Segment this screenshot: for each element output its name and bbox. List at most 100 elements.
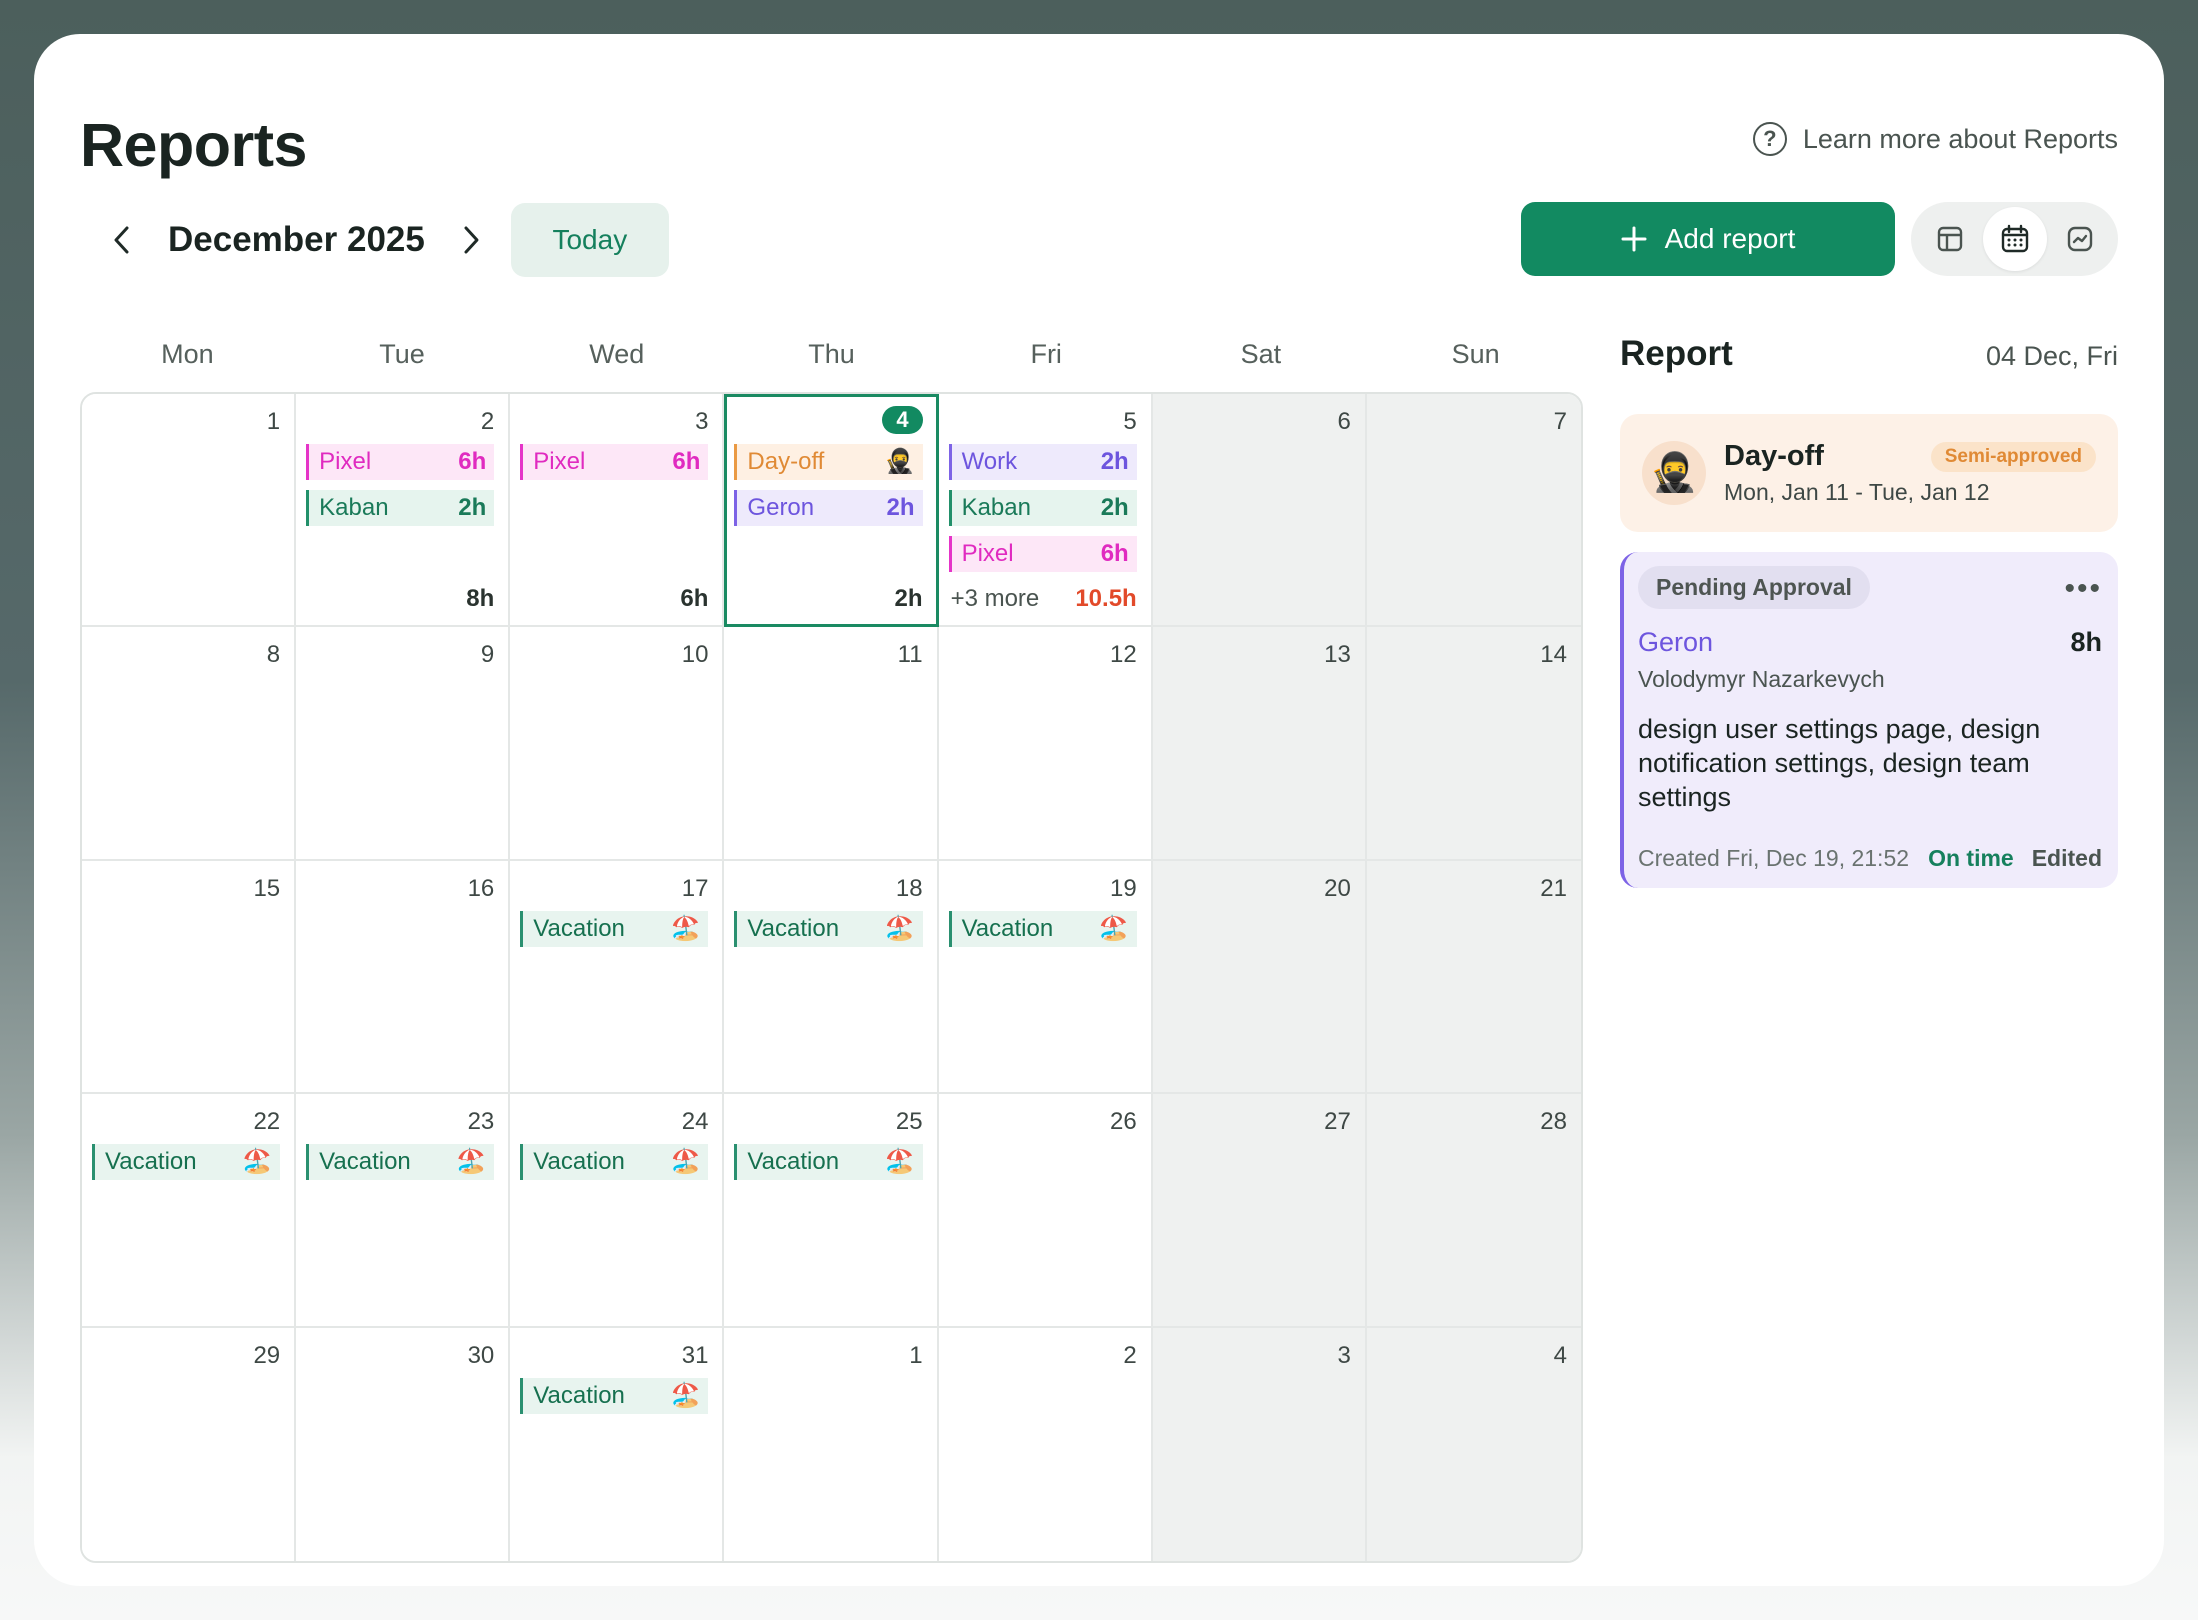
calendar-day-cell[interactable]: 7 (1366, 394, 1581, 628)
calendar-day-cell[interactable]: 1 (82, 394, 297, 628)
day-number: 1 (266, 408, 281, 435)
edited-label: Edited (2031, 845, 2102, 871)
calendar-view-icon[interactable] (1982, 207, 2047, 271)
day-number: 14 (1540, 641, 1567, 669)
day-entries: Vacation 🏖️ (948, 910, 1137, 947)
calendar-day-cell[interactable]: 21 (1366, 860, 1581, 1095)
day-total-hours: 6h (680, 585, 709, 613)
calendar-day-cell[interactable]: 8 (82, 627, 297, 861)
table-view-icon[interactable] (1918, 207, 1982, 271)
report-entry[interactable]: Vacation 🏖️ (92, 1144, 281, 1181)
calendar-day-cell[interactable]: 20 (1152, 860, 1367, 1095)
person-name: Volodymyr Nazarkevych (1638, 666, 1885, 692)
calendar-day-cell[interactable]: 24 Vacation 🏖️ (510, 1094, 725, 1328)
month-label: December 2025 (168, 220, 425, 259)
beach-umbrella-icon: 🏖️ (1098, 914, 1129, 942)
calendar-day-cell[interactable]: 3 (1152, 1327, 1367, 1561)
today-date-badge: 4 (882, 406, 923, 434)
calendar-day-cell[interactable]: 6 (1152, 394, 1367, 628)
calendar-day-cell[interactable]: 16 (296, 860, 511, 1095)
calendar-day-cell[interactable]: 10 (510, 627, 725, 861)
chevron-right-icon[interactable] (451, 220, 491, 260)
calendar-day-cell[interactable]: 27 (1152, 1094, 1367, 1328)
learn-more-label: Learn more about Reports (1802, 123, 2118, 154)
calendar-day-cell[interactable]: 3 Pixel 6h 6h (510, 394, 725, 628)
report-entry[interactable]: Vacation 🏖️ (948, 910, 1137, 947)
report-card[interactable]: Pending Approval ••• Geron 8h Volodymyr … (1620, 552, 2118, 888)
day-total-hours: 10.5h (1075, 585, 1137, 613)
day-number: 10 (681, 641, 709, 669)
calendar-day-cell[interactable]: 13 (1152, 627, 1367, 861)
entry-hours: 6h (1100, 540, 1129, 567)
calendar-day-cell[interactable]: 23 Vacation 🏖️ (296, 1094, 511, 1328)
entry-label: Vacation (533, 914, 625, 942)
chevron-left-icon[interactable] (102, 220, 142, 260)
chart-view-icon[interactable] (2048, 207, 2112, 271)
entry-label: Vacation (319, 1148, 411, 1176)
calendar-day-cell[interactable]: 2 Pixel 6h Kaban 2h 8h (296, 394, 511, 628)
day-number: 21 (1540, 874, 1567, 902)
add-report-button[interactable]: Add report (1521, 202, 1895, 276)
calendar-day-cell[interactable]: 18 Vacation 🏖️ (724, 860, 939, 1095)
report-entry[interactable]: Kaban 2h (306, 490, 495, 526)
report-entry[interactable]: Day-off 🥷 (734, 444, 923, 480)
report-entry[interactable]: Geron 2h (734, 490, 923, 526)
day-entries: Pixel 6h Kaban 2h (306, 444, 495, 526)
report-entry[interactable]: Vacation 🏖️ (734, 910, 923, 947)
report-hours: 8h (2070, 627, 2102, 657)
today-button[interactable]: Today (510, 203, 669, 277)
beach-umbrella-icon: 🏖️ (456, 1148, 487, 1176)
more-entries-link[interactable]: +3 more (951, 585, 1040, 613)
report-entry[interactable]: Vacation 🏖️ (520, 1144, 709, 1181)
calendar-day-cell[interactable]: 29 (82, 1327, 297, 1561)
day-number: 1 (909, 1341, 923, 1369)
dayoff-card[interactable]: 🥷 Day-off Mon, Jan 11 - Tue, Jan 12 Semi… (1620, 414, 2118, 532)
calendar-day-cell[interactable]: 11 (724, 627, 939, 861)
status-badge: Pending Approval (1638, 566, 1870, 609)
entry-label: Day-off (747, 448, 825, 475)
weekday-label: Sun (1451, 339, 1500, 369)
report-panel: Report 04 Dec, Fri 🥷 Day-off Mon, Jan 11… (1620, 334, 2118, 888)
calendar-day-cell[interactable]: 4 (1366, 1327, 1581, 1561)
app-window: Reports ? Learn more about Reports Decem… (34, 34, 2164, 1586)
report-panel-date: 04 Dec, Fri (1985, 341, 2118, 371)
weekday-label: Wed (589, 339, 645, 369)
calendar-day-cell[interactable]: 9 (296, 627, 511, 861)
entry-label: Vacation (961, 914, 1054, 942)
calendar-day-cell[interactable]: 12 (938, 627, 1153, 861)
day-entries: Day-off 🥷 Geron 2h (734, 444, 923, 526)
calendar-day-cell[interactable]: 28 (1366, 1094, 1581, 1328)
more-options-icon[interactable]: ••• (2064, 572, 2102, 606)
report-entry[interactable]: Work 2h (948, 444, 1137, 480)
page-title: Reports (80, 111, 307, 179)
report-entry[interactable]: Kaban 2h (948, 490, 1137, 526)
day-number: 28 (1540, 1108, 1567, 1136)
report-entry[interactable]: Vacation 🏖️ (520, 1377, 709, 1414)
calendar-day-cell[interactable]: 22 Vacation 🏖️ (82, 1094, 297, 1328)
day-entries: Vacation 🏖️ (306, 1144, 495, 1181)
month-navigation: December 2025 Today (102, 202, 669, 278)
report-entry[interactable]: Pixel 6h (520, 444, 709, 480)
calendar-day-cell[interactable]: 31 Vacation 🏖️ (510, 1327, 725, 1561)
calendar-day-cell[interactable]: 2 (938, 1327, 1153, 1561)
calendar-day-cell[interactable]: 30 (296, 1327, 511, 1561)
calendar-day-cell[interactable]: 25 Vacation 🏖️ (724, 1094, 939, 1328)
report-entry[interactable]: Pixel 6h (306, 444, 495, 480)
calendar-day-cell[interactable]: 17 Vacation 🏖️ (510, 860, 725, 1095)
report-entry[interactable]: Vacation 🏖️ (520, 910, 709, 947)
day-number: 16 (467, 874, 495, 902)
calendar-day-cell[interactable]: 15 (82, 860, 297, 1095)
calendar-day-cell[interactable]: 5 Work 2h Kaban 2h Pixel 6h +3 more 10.5h (938, 394, 1153, 628)
report-entry[interactable]: Vacation 🏖️ (306, 1144, 495, 1181)
report-entry[interactable]: Vacation 🏖️ (734, 1144, 923, 1181)
calendar-day-cell[interactable]: 19 Vacation 🏖️ (938, 860, 1153, 1095)
calendar-day-cell[interactable]: 14 (1366, 627, 1581, 861)
report-entry[interactable]: Pixel 6h (948, 536, 1137, 572)
calendar-day-cell[interactable]: 26 (938, 1094, 1153, 1328)
day-number: 7 (1553, 408, 1567, 435)
learn-more-link[interactable]: ? Learn more about Reports (1752, 122, 2118, 156)
calendar-day-cell[interactable]: 1 (724, 1327, 939, 1561)
day-number: 17 (681, 874, 709, 902)
beach-umbrella-icon: 🏖️ (242, 1148, 273, 1176)
calendar-day-cell[interactable]: 4 Day-off 🥷 Geron 2h 2h (724, 394, 939, 628)
